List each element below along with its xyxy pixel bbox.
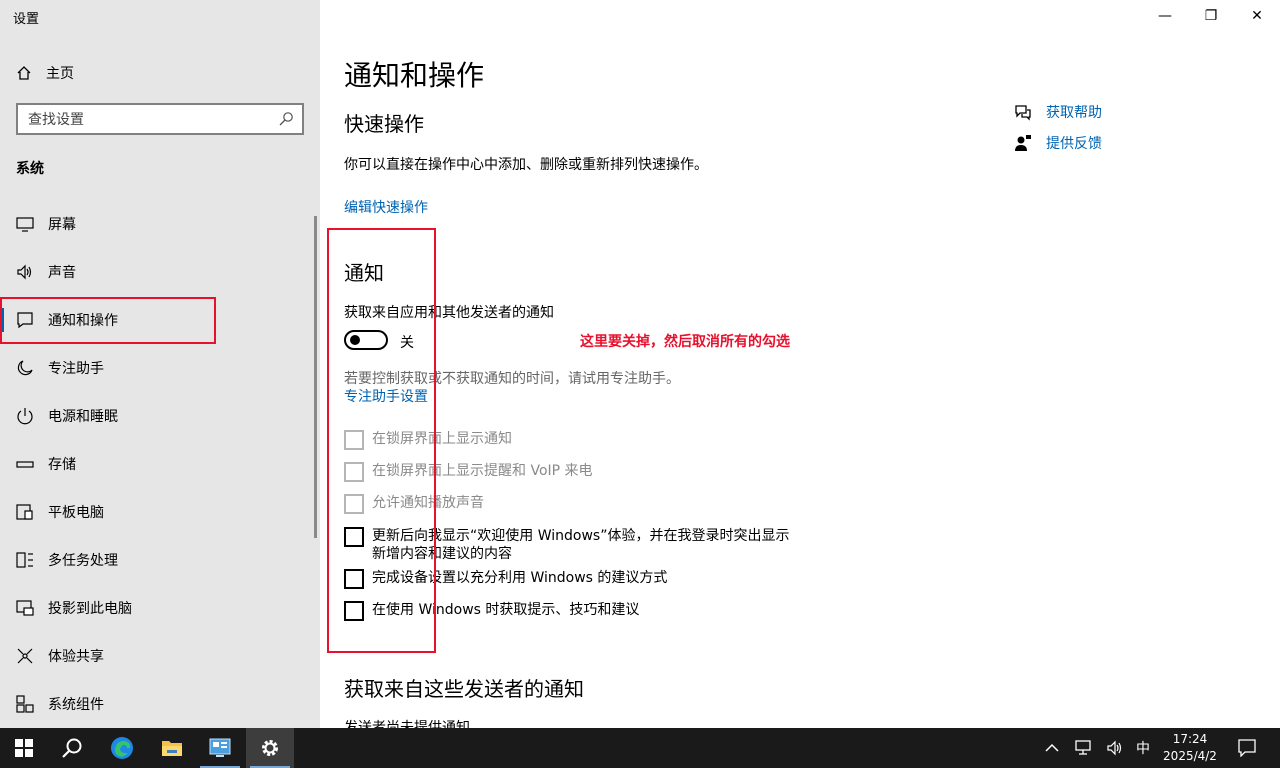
feedback-label: 提供反馈 [1046, 136, 1102, 152]
network-icon [1075, 740, 1091, 755]
home-label: 主页 [46, 66, 74, 82]
home-nav-item[interactable]: 主页 [16, 62, 74, 84]
sidebar-nav: 屏幕 声音 通知和操作 专注助手 电源和睡眠 存储 平板电脑 多任务处理 投影到… [0, 200, 312, 728]
sidebar-scrollbar[interactable] [314, 216, 317, 538]
edge-icon [111, 737, 133, 759]
tray-volume[interactable] [1104, 728, 1128, 768]
search-input[interactable]: 查找设置 [16, 103, 304, 135]
annotation-box-notifications [327, 228, 436, 653]
sidebar: 设置 主页 查找设置 系统 屏幕 声音 通知和操作 专注助手 电源和睡眠 存储 … [0, 0, 320, 728]
sidebar-item-label: 平板电脑 [48, 505, 104, 521]
close-button[interactable]: ✕ [1234, 0, 1280, 32]
get-help-label: 获取帮助 [1046, 105, 1102, 121]
chevron-up-icon [1045, 743, 1059, 752]
moon-icon [17, 360, 33, 376]
sidebar-item-label: 体验共享 [48, 649, 104, 665]
tray-network[interactable] [1072, 728, 1096, 768]
taskbar-file-explorer-button[interactable] [148, 728, 196, 768]
monitor-icon [16, 217, 34, 232]
clock-time: 17:24 [1172, 732, 1208, 746]
sidebar-item-label: 存储 [48, 457, 76, 473]
sidebar-item-label: 声音 [48, 265, 76, 281]
annotation-text: 这里要关掉，然后取消所有的勾选 [580, 334, 790, 350]
minimize-button[interactable]: — [1142, 0, 1188, 32]
settings-window: 设置 主页 查找设置 系统 屏幕 声音 通知和操作 专注助手 电源和睡眠 存储 … [0, 0, 1280, 728]
power-icon [17, 408, 33, 425]
sidebar-item-sound[interactable]: 声音 [0, 248, 312, 296]
page-title: 通知和操作 [344, 59, 485, 92]
sidebar-item-tablet[interactable]: 平板电脑 [0, 488, 312, 536]
tray-clock[interactable]: 17:24 2025/4/2 [1160, 731, 1220, 765]
sidebar-item-focus-assist[interactable]: 专注助手 [0, 344, 312, 392]
senders-heading: 获取来自这些发送者的通知 [344, 677, 584, 701]
quick-actions-description: 你可以直接在操作中心中添加、删除或重新排列快速操作。 [344, 157, 708, 173]
sidebar-item-storage[interactable]: 存储 [0, 440, 312, 488]
start-button[interactable] [0, 728, 48, 768]
storage-icon [16, 461, 34, 468]
taskbar-control-panel-button[interactable] [196, 728, 244, 768]
get-help-link[interactable]: 获取帮助 [1014, 102, 1102, 122]
components-icon [16, 695, 34, 713]
start-icon [15, 739, 33, 757]
share-icon [17, 648, 33, 664]
sidebar-item-system-components[interactable]: 系统组件 [0, 680, 312, 728]
search-icon [62, 738, 82, 758]
sidebar-item-label: 系统组件 [48, 697, 104, 713]
clock-date: 2025/4/2 [1163, 749, 1217, 763]
sidebar-item-label: 屏幕 [48, 217, 76, 233]
settings-icon [262, 740, 278, 756]
edit-quick-actions-link[interactable]: 编辑快速操作 [344, 197, 428, 217]
sidebar-item-display[interactable]: 屏幕 [0, 200, 312, 248]
annotation-box-nav [0, 297, 216, 344]
search-icon[interactable] [278, 111, 294, 127]
help-chat-icon [1015, 105, 1031, 121]
quick-actions-heading: 快速操作 [344, 112, 424, 136]
volume-icon [1107, 740, 1122, 756]
sidebar-item-label: 多任务处理 [48, 553, 118, 569]
taskbar-search-button[interactable] [48, 728, 96, 768]
file-explorer-icon [162, 741, 182, 756]
speaker-icon [17, 264, 32, 280]
tablet-icon [16, 504, 33, 520]
search-placeholder: 查找设置 [28, 112, 84, 128]
sidebar-item-label: 专注助手 [48, 361, 104, 377]
sidebar-item-label: 投影到此电脑 [48, 601, 132, 617]
multitask-icon [16, 552, 33, 568]
sidebar-item-label: 电源和睡眠 [48, 409, 118, 425]
main-content: — ❐ ✕ 通知和操作 快速操作 你可以直接在操作中心中添加、删除或重新排列快速… [320, 0, 1280, 728]
sidebar-item-shared-experiences[interactable]: 体验共享 [0, 632, 312, 680]
home-icon [17, 66, 31, 80]
project-icon [16, 600, 34, 616]
action-center-icon [1238, 739, 1256, 757]
feedback-link[interactable]: 提供反馈 [1014, 133, 1102, 153]
sidebar-item-multitasking[interactable]: 多任务处理 [0, 536, 312, 584]
taskbar-edge-button[interactable] [98, 728, 146, 768]
senders-partial-text: 发送者尚未提供通知 [344, 720, 470, 728]
restore-button[interactable]: ❐ [1188, 0, 1234, 32]
tray-action-center[interactable] [1234, 728, 1260, 768]
control-panel-icon [209, 738, 231, 757]
section-label: 系统 [16, 161, 44, 177]
sidebar-item-project[interactable]: 投影到此电脑 [0, 584, 312, 632]
taskbar-settings-button[interactable] [246, 728, 294, 768]
app-title: 设置 [13, 12, 40, 27]
sidebar-item-power-sleep[interactable]: 电源和睡眠 [0, 392, 312, 440]
taskbar: 中 17:24 2025/4/2 [0, 728, 1280, 768]
feedback-person-icon [1015, 135, 1031, 151]
tray-overflow-chevron[interactable] [1040, 728, 1064, 768]
tray-ime-indicator[interactable]: 中 [1132, 728, 1154, 768]
